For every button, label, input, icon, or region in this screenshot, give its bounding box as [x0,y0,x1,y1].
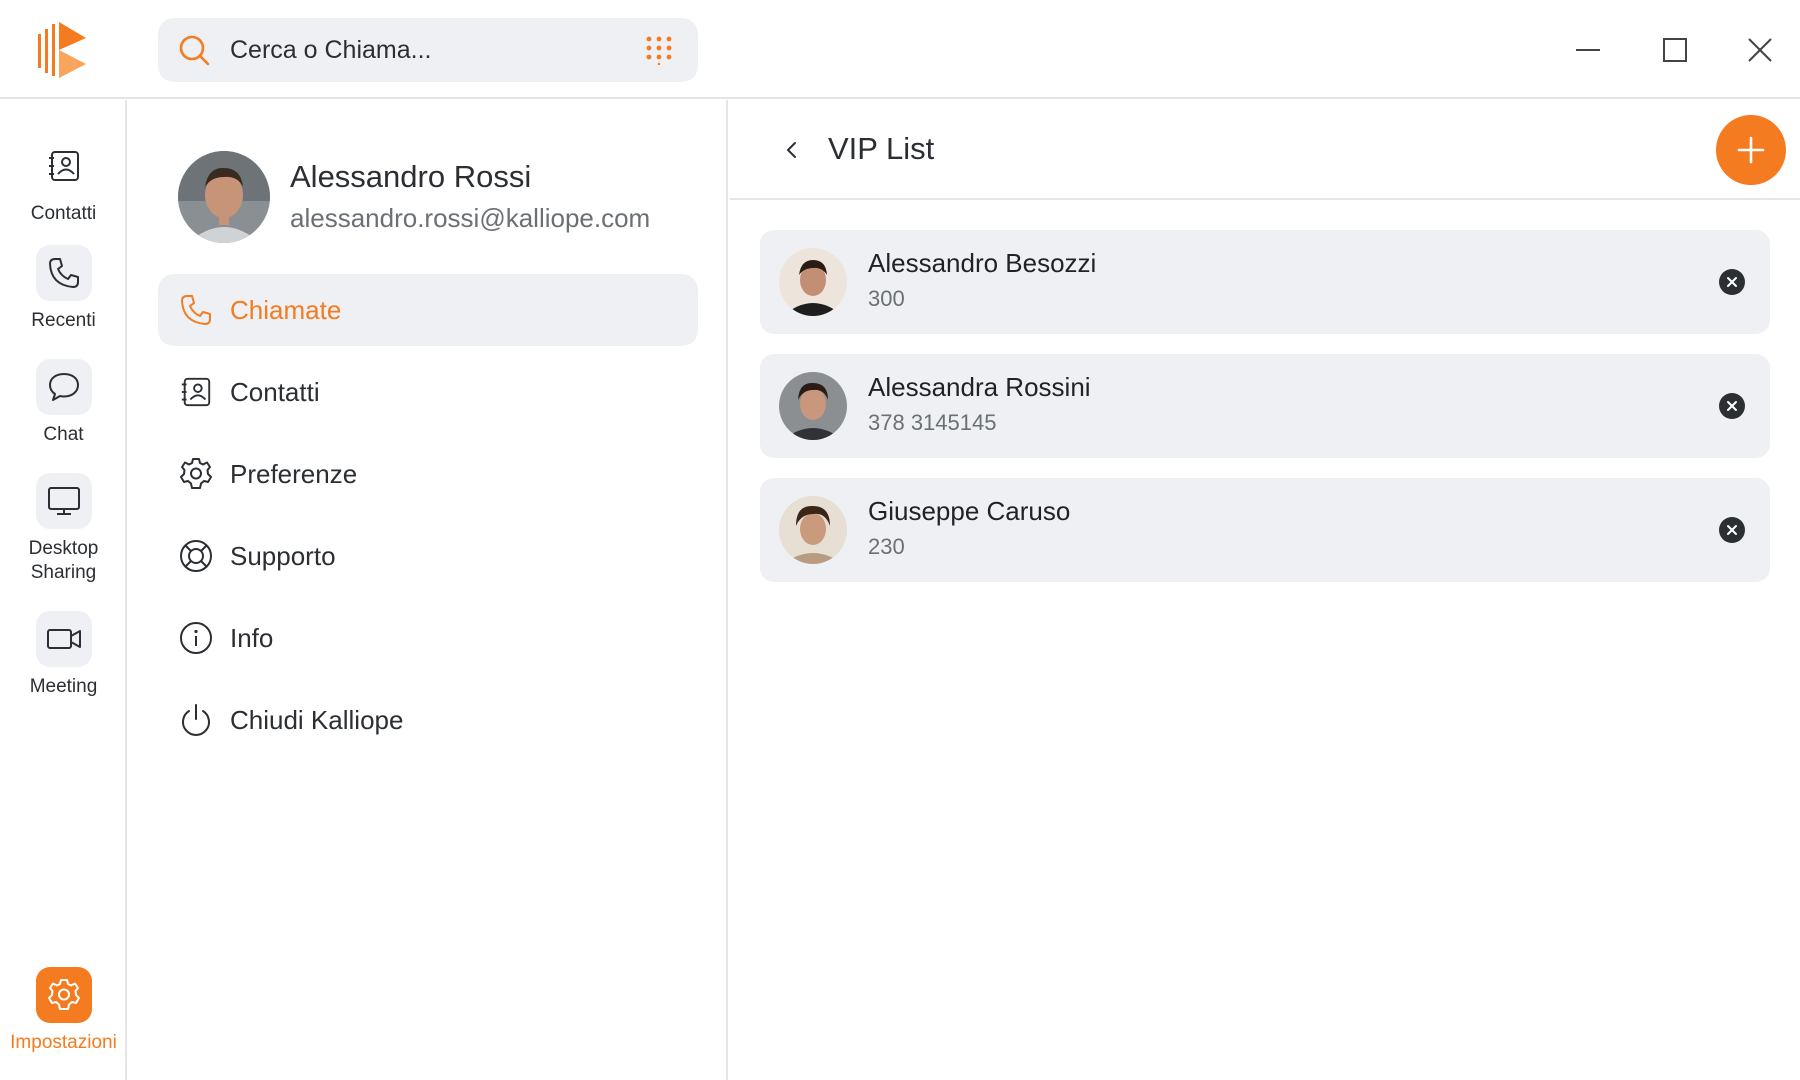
lifebuoy-icon [180,540,212,572]
vip-list-item[interactable]: Giuseppe Caruso 230 [760,478,1770,582]
menu-item-chiamate[interactable]: Chiamate [158,274,698,346]
chevron-left-icon [787,142,796,158]
nav-rail: Contatti Recenti Chat Desktop Sharing Me… [0,100,127,1080]
avatar [779,248,847,316]
rail-item-impostazioni[interactable]: Impostazioni [0,967,127,1055]
panel-header: VIP List [730,100,1800,200]
menu-item-label: Chiamate [230,294,342,325]
plus-icon [1737,136,1765,164]
address-book-icon [181,377,211,407]
rail-label: Recenti [31,310,96,331]
vip-list-panel: VIP List Alessandro Besozzi 300 Alessand… [730,100,1800,1080]
power-icon [182,704,210,736]
address-book-icon [48,151,79,181]
vip-name: Alessandro Besozzi [868,248,1097,278]
vip-number: 378 3145145 [868,410,997,435]
rail-label: Impostazioni [10,1032,117,1053]
gear-icon [47,979,80,1010]
search-bar[interactable]: Cerca o Chiama... [158,18,698,82]
rail-item-chat[interactable]: Chat [0,359,127,447]
vip-number: 230 [868,534,905,559]
menu-item-preferenze[interactable]: Preferenze [158,438,698,510]
rail-label: Chat [43,424,84,445]
close-icon[interactable] [1740,30,1780,70]
avatar [779,372,847,440]
rail-item-meeting[interactable]: Meeting [0,611,127,699]
remove-vip-icon[interactable] [1718,516,1746,544]
gear-icon [180,458,212,489]
search-input[interactable]: Cerca o Chiama... [230,36,431,65]
rail-item-recenti[interactable]: Recenti [0,245,127,333]
title-bar: Cerca o Chiama... [0,0,1800,99]
search-icon [179,35,210,66]
menu-item-label: Chiudi Kalliope [230,704,404,735]
phone-icon [181,295,211,325]
chat-bubble-icon [48,373,79,401]
maximize-icon[interactable] [1654,30,1694,70]
vip-name: Alessandra Rossini [868,372,1091,402]
vip-list-item[interactable]: Alessandra Rossini 378 3145145 [760,354,1770,458]
remove-vip-icon[interactable] [1718,392,1746,420]
menu-item-label: Preferenze [230,458,358,489]
menu-item-info[interactable]: Info [158,602,698,674]
minimize-icon[interactable] [1568,30,1608,70]
rail-item-contatti[interactable]: Contatti [0,138,127,226]
phone-icon [48,258,79,288]
page-title: VIP List [828,131,935,166]
back-button[interactable] [772,130,812,170]
avatar [178,151,270,243]
rail-label: Contatti [30,203,97,224]
avatar [779,496,847,564]
menu-item-supporto[interactable]: Supporto [158,520,698,592]
remove-vip-icon[interactable] [1718,268,1746,296]
settings-menu: Alessandro Rossi alessandro.rossi@kallio… [128,100,728,1080]
profile-email: alessandro.rossi@kalliope.com [290,203,651,233]
menu-item-chiudi-kalliope[interactable]: Chiudi Kalliope [158,684,698,756]
video-camera-icon [46,629,81,649]
menu-item-label: Contatti [230,376,320,407]
rail-label: Meeting [29,676,98,697]
rail-label: Desktop Sharing [28,538,99,583]
info-icon [180,622,212,654]
add-vip-button[interactable] [1716,115,1786,185]
dialpad-icon[interactable] [644,35,674,65]
monitor-icon [47,487,80,515]
vip-name: Giuseppe Caruso [868,496,1071,526]
profile-name: Alessandro Rossi [290,159,532,194]
menu-item-label: Info [230,622,274,653]
vip-number: 300 [868,286,905,311]
rail-item-desktop-sharing[interactable]: Desktop Sharing [0,473,127,585]
menu-item-label: Supporto [230,540,336,571]
vip-list-item[interactable]: Alessandro Besozzi 300 [760,230,1770,334]
kalliope-logo [38,22,86,78]
menu-item-contatti[interactable]: Contatti [158,356,698,428]
profile-card: Alessandro Rossi alessandro.rossi@kallio… [178,150,650,244]
